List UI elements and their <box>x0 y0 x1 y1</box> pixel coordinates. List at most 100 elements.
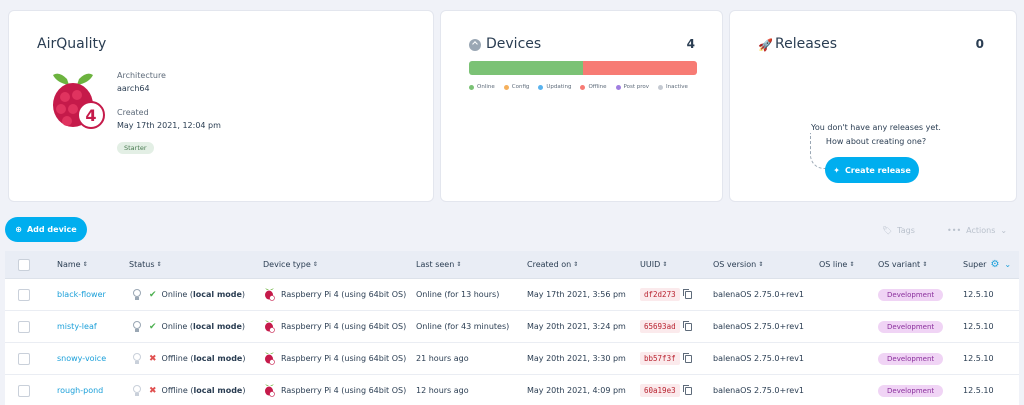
col-name-header[interactable]: Name ⇕ <box>57 251 88 278</box>
device-name-link[interactable]: rough-pond <box>57 386 103 395</box>
legend-dot-icon <box>615 84 621 90</box>
raspberry-pi-icon: 4 <box>53 73 105 129</box>
col-status-label: Status <box>129 260 155 269</box>
os-version: balenaOS 2.75.0+rev1 <box>713 386 805 395</box>
os-variant-badge: Development <box>878 320 944 333</box>
add-device-button[interactable]: ⊕ Add device <box>5 217 87 242</box>
chevron-down-icon[interactable]: ⌄ <box>1004 260 1011 269</box>
raspberry-pi-icon <box>265 288 275 301</box>
create-release-label: Create release <box>844 165 911 175</box>
table-row[interactable]: misty-leaf ✔ Online (local mode) Raspberry … <box>5 311 1019 343</box>
status-bar-segment-online <box>469 61 583 75</box>
select-all-checkbox[interactable] <box>18 258 30 271</box>
col-last-seen-header[interactable]: Last seen ⇕ <box>416 251 461 278</box>
col-created-on-label: Created on <box>527 260 572 269</box>
chevron-up-circle-icon <box>469 39 481 51</box>
raspberry-pi-icon <box>265 352 275 365</box>
sort-icon: ⇕ <box>312 261 318 268</box>
col-supervisor-label: Super <box>963 260 987 269</box>
last-seen: Online (for 43 minutes) <box>416 322 510 331</box>
architecture-value: aarch64 <box>117 84 150 93</box>
created-value: May 17th 2021, 12:04 pm <box>117 121 221 130</box>
uuid-code: df2d273 <box>640 288 680 301</box>
row-checkbox[interactable] <box>18 320 30 333</box>
os-variant-badge: Development <box>878 288 944 301</box>
status-bar-segment-offline <box>583 61 697 75</box>
row-checkbox[interactable] <box>18 352 30 365</box>
releases-empty-message: You don't have any releases yet. <box>811 123 941 132</box>
status-mode: local mode <box>193 354 243 363</box>
os-version: balenaOS 2.75.0+rev1 <box>713 354 805 363</box>
status-mode: local mode <box>193 290 242 299</box>
devices-legend: Online Config Updating Offline Post prov Inac… <box>469 84 688 90</box>
check-icon: ✔ <box>149 321 157 332</box>
releases-title: Releases <box>775 36 837 52</box>
lightbulb-icon[interactable] <box>133 385 141 396</box>
col-created-on-header[interactable]: Created on ⇕ <box>527 251 578 278</box>
sort-icon: ⇕ <box>156 261 162 268</box>
col-name-label: Name <box>57 260 81 269</box>
app-summary-card: AirQuality 4 Architecture aarch64 Create… <box>8 10 434 202</box>
col-os-line-label: OS line <box>819 260 848 269</box>
table-row[interactable]: rough-pond ✖ Offline (local mode) Raspberry… <box>5 375 1019 405</box>
tags-button[interactable]: 🏷 Tags <box>872 219 930 241</box>
lightbulb-icon[interactable] <box>133 321 141 332</box>
legend-item: Post prov <box>615 84 649 90</box>
legend-item: Inactive <box>658 84 688 90</box>
table-row[interactable]: snowy-voice ✖ Offline (local mode) Raspberr… <box>5 343 1019 375</box>
sort-icon: ⇕ <box>662 261 668 268</box>
device-name-link[interactable]: snowy-voice <box>57 354 106 363</box>
legend-dot-icon <box>580 84 586 90</box>
sort-icon: ⇕ <box>456 261 462 268</box>
legend-item: Online <box>469 84 495 90</box>
cross-icon: ✖ <box>149 385 157 396</box>
col-device-type-header[interactable]: Device type ⇕ <box>263 251 318 278</box>
col-os-variant-header[interactable]: OS variant ⇕ <box>878 251 927 278</box>
copy-icon[interactable] <box>682 352 692 363</box>
create-release-button[interactable]: ✦ Create release <box>825 157 919 183</box>
col-supervisor-header[interactable]: Super ⚙ ⌄ <box>963 251 1011 278</box>
created-on: May 17th 2021, 3:56 pm <box>527 290 626 299</box>
copy-icon[interactable] <box>682 288 692 299</box>
col-os-version-header[interactable]: OS version ⇕ <box>713 251 763 278</box>
col-device-type-label: Device type <box>263 260 311 269</box>
row-checkbox[interactable] <box>18 384 30 397</box>
last-seen: Online (for 13 hours) <box>416 290 500 299</box>
plus-circle-icon: ⊕ <box>15 225 22 234</box>
releases-card: 🚀 Releases 0 You don't have any releases… <box>729 10 1017 202</box>
devices-status-bar <box>469 61 697 75</box>
rocket-icon: 🚀 <box>758 38 773 52</box>
col-os-variant-label: OS variant <box>878 260 921 269</box>
device-name-link[interactable]: black-flower <box>57 290 106 299</box>
table-row[interactable]: black-flower ✔ Online (local mode) Raspberr… <box>5 279 1019 311</box>
gear-icon[interactable]: ⚙ <box>990 259 999 270</box>
status-text: Offline <box>161 354 188 363</box>
legend-dot-icon <box>538 84 544 90</box>
lightbulb-icon[interactable] <box>133 353 141 364</box>
device-type: Raspberry Pi 4 (using 64bit OS) <box>281 386 407 395</box>
tags-icon: 🏷 <box>882 225 893 235</box>
legend-dot-icon <box>503 84 509 90</box>
device-type: Raspberry Pi 4 (using 64bit OS) <box>281 290 407 299</box>
device-name-link[interactable]: misty-leaf <box>57 322 97 331</box>
col-uuid-label: UUID <box>640 260 661 269</box>
sort-icon: ⇕ <box>849 261 855 268</box>
col-os-line-header[interactable]: OS line ⇕ <box>819 251 854 278</box>
devices-count: 4 <box>686 37 695 51</box>
copy-icon[interactable] <box>682 384 692 395</box>
legend-dot-icon <box>469 84 474 90</box>
row-checkbox[interactable] <box>18 288 30 301</box>
logo-badge: 4 <box>85 106 96 125</box>
status-text: Offline <box>161 386 188 395</box>
created-on: May 20th 2021, 3:24 pm <box>527 322 626 331</box>
lightbulb-icon[interactable] <box>133 289 141 300</box>
actions-button[interactable]: ••• Actions ⌄ <box>937 219 1015 241</box>
col-uuid-header[interactable]: UUID ⇕ <box>640 251 667 278</box>
copy-icon[interactable] <box>682 320 692 331</box>
created-label: Created <box>117 108 149 117</box>
col-last-seen-label: Last seen <box>416 260 455 269</box>
add-device-label: Add device <box>26 225 77 234</box>
uuid-code: 60a19e3 <box>640 384 680 397</box>
col-status-header[interactable]: Status ⇕ <box>129 251 162 278</box>
status-text: Online <box>161 322 188 331</box>
